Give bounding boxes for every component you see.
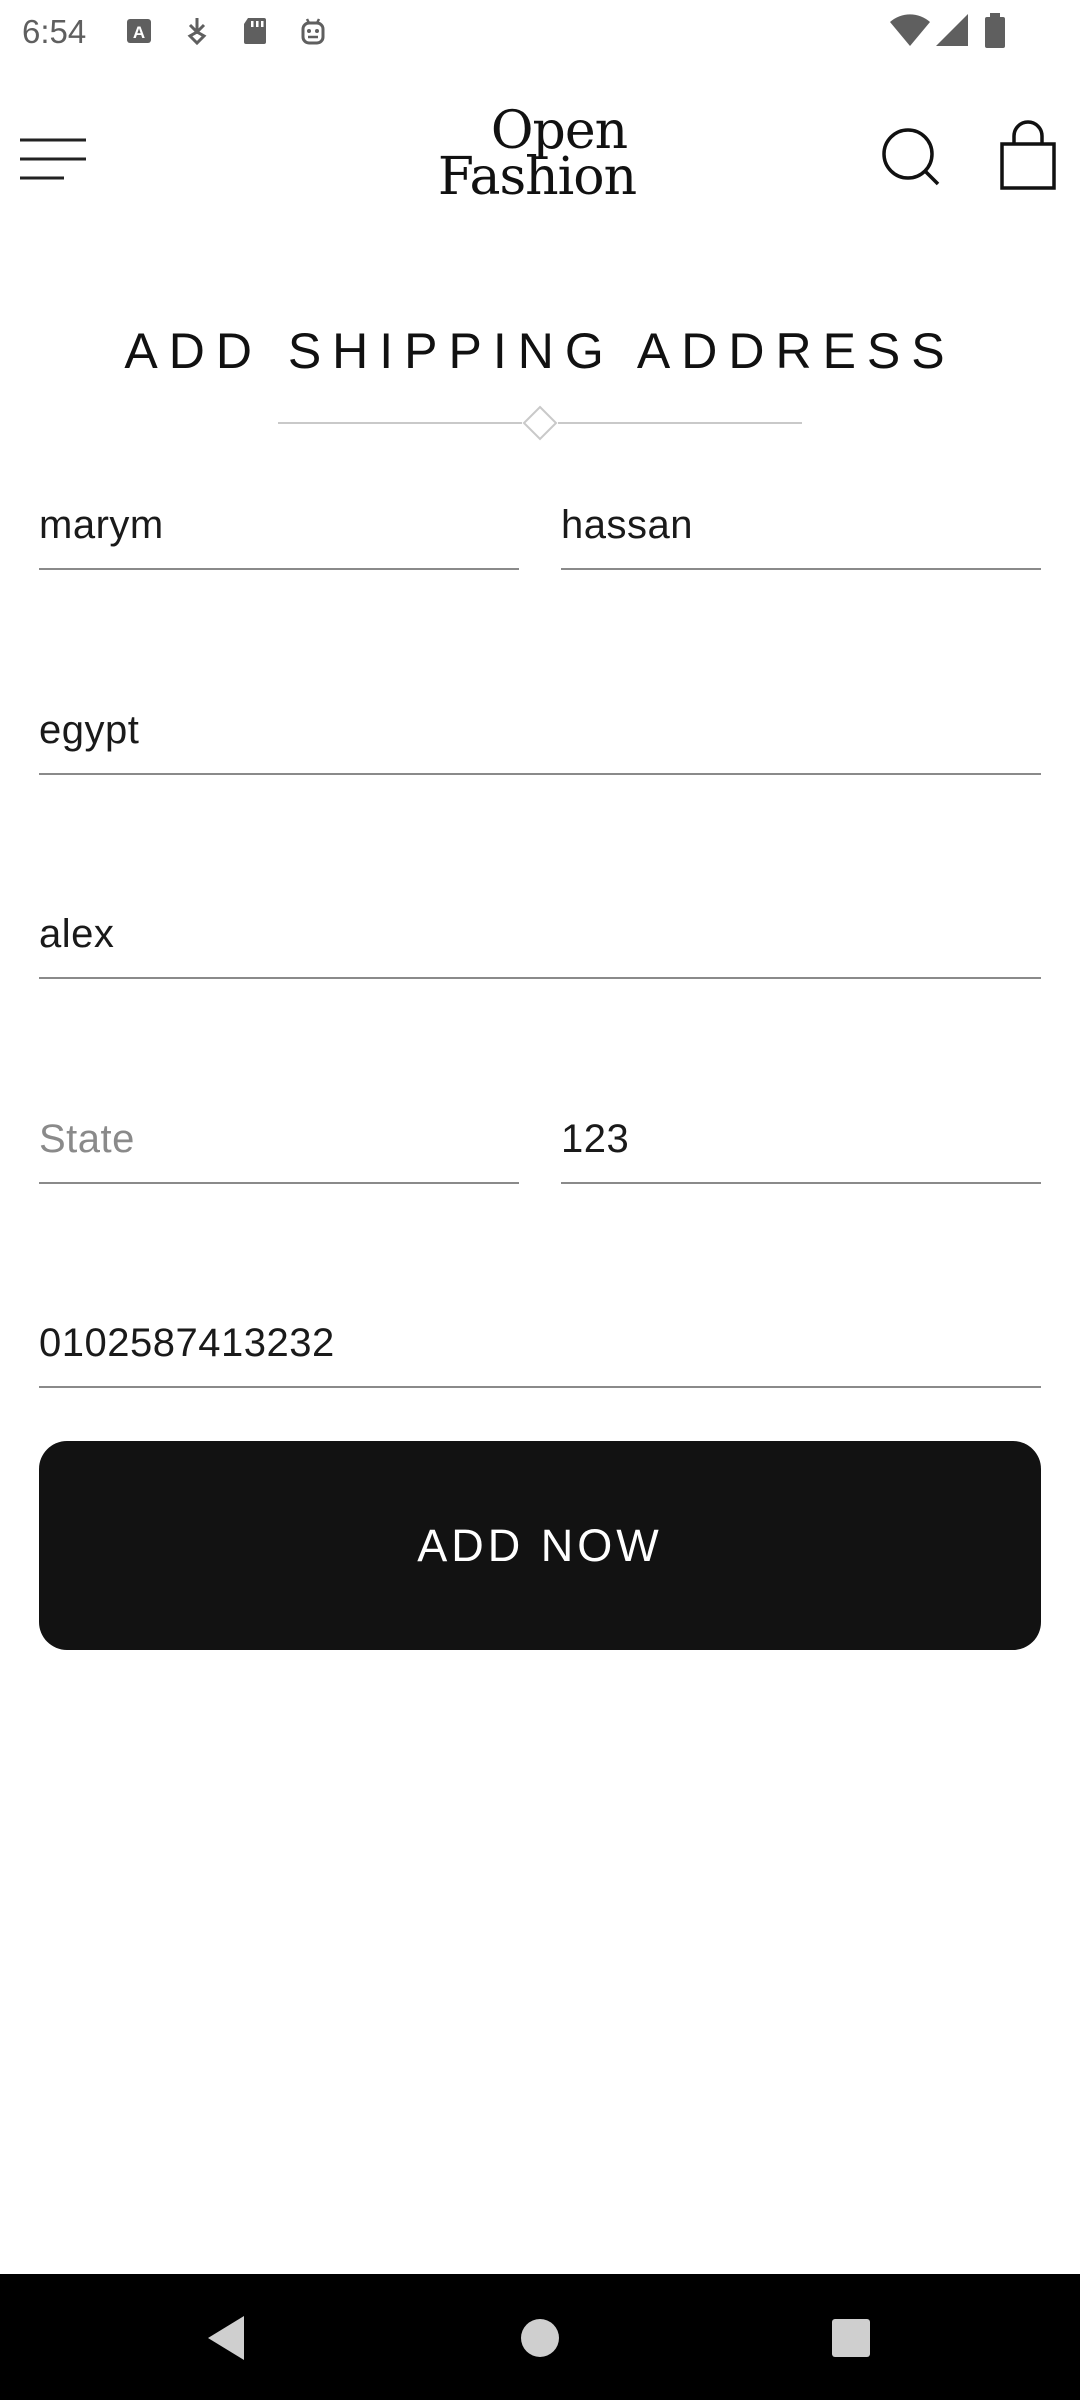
city-input[interactable] [39,912,1041,957]
cellular-signal-icon [936,14,968,46]
city-field [39,887,1041,979]
last-name-input[interactable] [561,503,1041,548]
open-fashion-logo: Open Fashion [420,105,660,208]
system-navigation-bar [0,2274,1080,2400]
state-field [39,1092,519,1184]
country-input[interactable] [39,708,1041,753]
download-notification-icon [187,18,207,46]
shopping-bag-icon [1000,120,1056,190]
android-debug-icon [301,18,325,45]
state-input[interactable] [39,1117,519,1162]
search-button[interactable] [878,124,944,190]
svg-text:A: A [133,23,145,42]
first-name-field [39,478,519,570]
add-now-button[interactable]: ADD NOW [39,1441,1041,1650]
search-icon [882,128,940,186]
recents-square-icon[interactable] [830,2314,872,2362]
status-bar: 6:54 A [0,0,1080,64]
title-divider [278,405,802,441]
home-circle-icon[interactable] [520,2314,560,2362]
sd-card-icon [244,18,266,44]
wifi-icon [890,14,930,46]
back-triangle-icon[interactable] [204,2314,248,2362]
zip-code-input[interactable] [561,1117,1041,1162]
app-header: Open Fashion [0,100,1080,220]
country-field [39,683,1041,775]
page-title: ADD SHIPPING ADDRESS [124,323,956,379]
battery-icon [985,13,1005,48]
menu-icon [20,138,86,180]
last-name-field [561,478,1041,570]
text-notification-icon: A [127,19,151,43]
zip-code-field [561,1092,1041,1184]
phone-field [39,1296,1041,1388]
cart-button[interactable] [996,120,1060,192]
status-time: 6:54 [22,13,87,50]
first-name-input[interactable] [39,503,519,548]
logo-line-2: Fashion [437,147,637,207]
phone-input[interactable] [39,1321,1041,1366]
menu-button[interactable] [20,128,90,188]
